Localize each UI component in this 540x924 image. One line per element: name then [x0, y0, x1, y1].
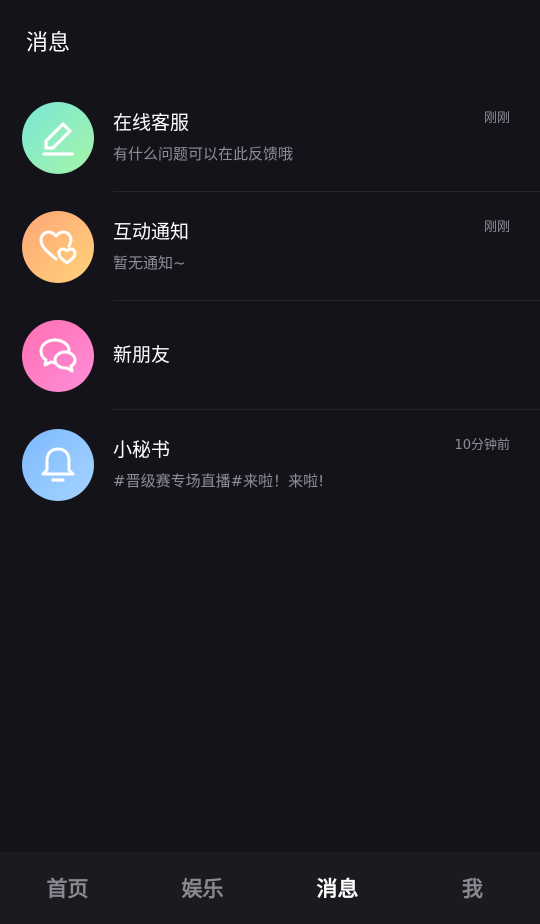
- message-item-interaction-notice[interactable]: 互动通知 暂无通知~ 刚刚: [0, 192, 540, 301]
- bell-icon: [41, 447, 75, 482]
- avatar: [22, 102, 94, 174]
- message-item-secretary[interactable]: 小秘书 #晋级赛专场直播#来啦！来啦! 10分钟前: [0, 410, 540, 519]
- chat-bubbles-icon: [39, 338, 77, 373]
- tab-messages[interactable]: 消息: [270, 852, 405, 924]
- message-time: 刚刚: [483, 111, 510, 126]
- message-item-new-friends[interactable]: 新朋友: [0, 301, 540, 410]
- bottom-tab-bar: 首页 娱乐 消息 我: [0, 852, 540, 924]
- message-preview: 暂无通知~: [113, 254, 186, 272]
- message-title: 互动通知: [113, 221, 190, 243]
- page-title: 消息: [26, 31, 71, 56]
- message-item-online-support[interactable]: 在线客服 有什么问题可以在此反馈哦 刚刚: [0, 83, 540, 192]
- avatar: [22, 211, 94, 283]
- avatar: [22, 429, 94, 501]
- hearts-icon: [39, 230, 77, 265]
- message-preview: 有什么问题可以在此反馈哦: [113, 145, 294, 163]
- tab-me[interactable]: 我: [405, 852, 540, 924]
- message-time: 10分钟前: [454, 438, 510, 453]
- message-title: 小秘书: [113, 439, 171, 461]
- edit-icon: [42, 122, 74, 156]
- message-preview: #晋级赛专场直播#来啦！来啦!: [113, 472, 325, 490]
- tab-entertainment[interactable]: 娱乐: [135, 852, 270, 924]
- message-list: 在线客服 有什么问题可以在此反馈哦 刚刚 互动通知 暂无通知~ 刚刚 新朋友 小…: [0, 83, 540, 519]
- tab-home[interactable]: 首页: [0, 852, 135, 924]
- messages-screen: 消息 在线客服 有什么问题可以在此反馈哦 刚刚 互动通知 暂无通知~ 刚刚 新朋…: [0, 0, 540, 924]
- avatar: [22, 320, 94, 392]
- message-time: 刚刚: [483, 220, 510, 235]
- message-title: 在线客服: [113, 112, 190, 134]
- message-title: 新朋友: [113, 344, 171, 366]
